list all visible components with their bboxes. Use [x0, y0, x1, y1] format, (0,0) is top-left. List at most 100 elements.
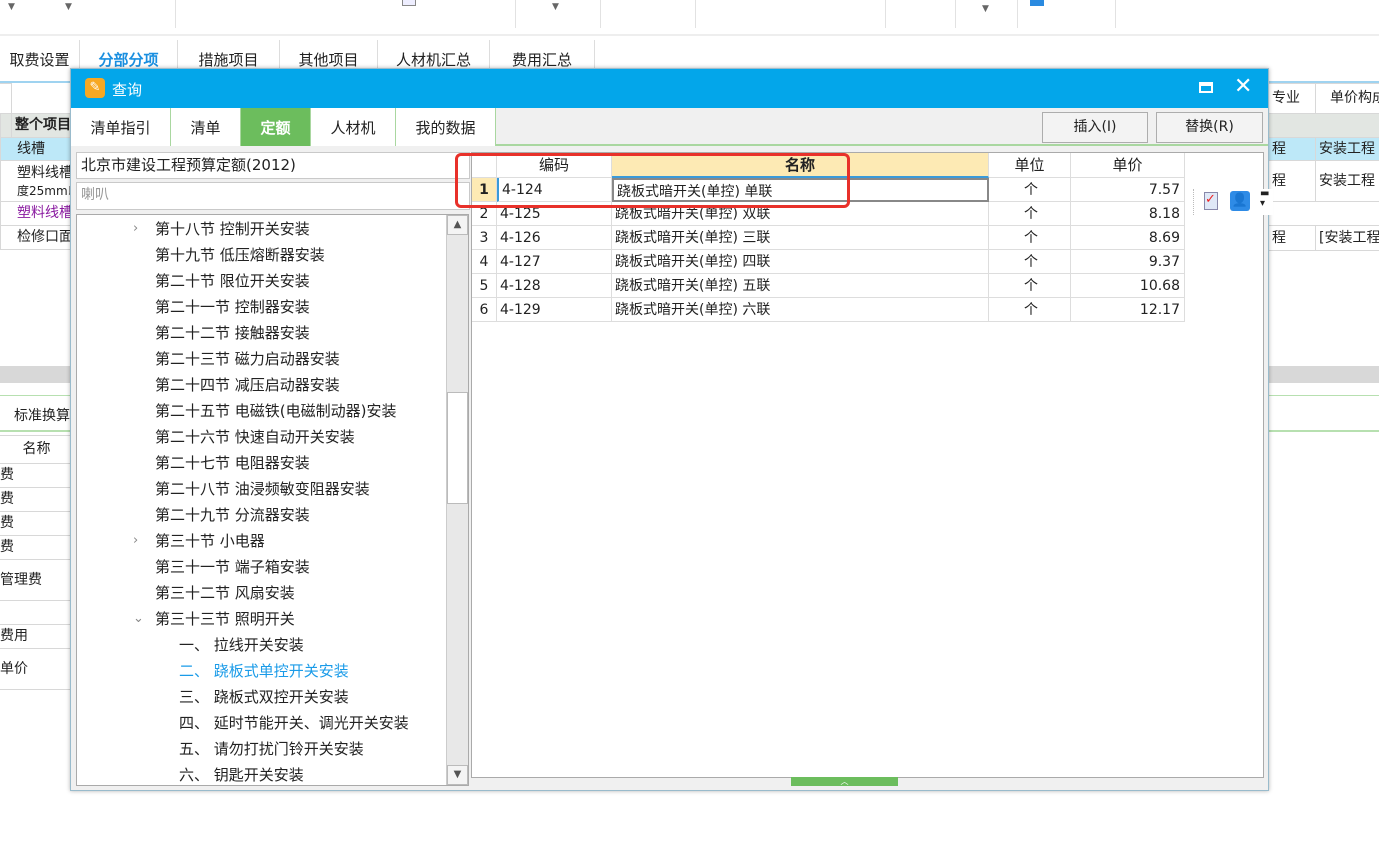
- lower-tab[interactable]: 标准换算: [14, 405, 70, 425]
- table-cell[interactable]: 检修口面: [0, 225, 81, 250]
- tree-node-label: 二、 跷板式单控开关安装: [179, 662, 349, 680]
- cell-text: 塑料线槽: [17, 165, 73, 181]
- unit-cell[interactable]: 个: [989, 226, 1071, 250]
- tree-node[interactable]: 六、 钥匙开关安装: [179, 762, 304, 785]
- tree-node[interactable]: 第三十一节 端子箱安装: [155, 554, 310, 580]
- tree-node[interactable]: 第十九节 低压熔断器安装: [155, 242, 325, 268]
- tree-node[interactable]: 第二十五节 电磁铁(电磁制动器)安装: [155, 398, 396, 424]
- code-cell[interactable]: 4-126: [497, 226, 612, 250]
- tree-node[interactable]: 第二十四节 减压启动器安装: [155, 372, 340, 398]
- lower-row[interactable]: 管理费: [0, 559, 71, 601]
- quota-library-select[interactable]: 北京市建设工程预算定额(2012): [76, 152, 470, 179]
- unit-cell[interactable]: 个: [989, 202, 1071, 226]
- lower-row[interactable]: 单价: [0, 648, 71, 690]
- chevron-right-icon[interactable]: ›: [133, 216, 138, 242]
- dropdown-arrow-icon[interactable]: ▼: [65, 2, 72, 12]
- dialog-titlebar[interactable]: ✎ 查询 ✕: [71, 69, 1268, 108]
- user-icon[interactable]: 👤: [1230, 191, 1250, 211]
- app-logo-icon: ✎: [85, 78, 105, 98]
- tab-materials[interactable]: 人材机: [311, 108, 396, 146]
- table-cell[interactable]: 程: [1268, 225, 1316, 251]
- chevron-down-icon[interactable]: ⌄: [133, 606, 144, 632]
- price-cell[interactable]: 10.68: [1071, 274, 1185, 298]
- maximize-icon[interactable]: [1199, 82, 1213, 93]
- tool-icon[interactable]: [1030, 0, 1044, 6]
- tree-node[interactable]: 五、 请勿打扰门铃开关安装: [179, 736, 364, 762]
- table-cell[interactable]: 塑料线槽: [0, 201, 81, 226]
- close-icon[interactable]: ✕: [1234, 74, 1252, 99]
- unit-cell[interactable]: 个: [989, 178, 1071, 202]
- table-cell[interactable]: 安装工程: [1315, 137, 1379, 161]
- tree-node[interactable]: 第二十节 限位开关安装: [155, 268, 310, 294]
- tree-node[interactable]: › 第十八节 控制开关安装: [133, 216, 310, 242]
- row-number[interactable]: 6: [472, 298, 497, 322]
- tree-node[interactable]: 一、 拉线开关安装: [179, 632, 304, 658]
- tree-node[interactable]: 第二十八节 油浸频敏变阻器安装: [155, 476, 370, 502]
- price-cell[interactable]: 9.37: [1071, 250, 1185, 274]
- lower-row[interactable]: 费: [0, 511, 71, 536]
- name-cell[interactable]: 跷板式暗开关(单控) 五联: [612, 274, 989, 298]
- tree-node[interactable]: › 第三十节 小电器: [133, 528, 265, 554]
- tree-node[interactable]: 三、 跷板式双控开关安装: [179, 684, 349, 710]
- document-check-icon[interactable]: ✓: [1204, 192, 1218, 210]
- scroll-thumb[interactable]: [447, 392, 468, 504]
- more-icon[interactable]: ▬ ▾: [1260, 189, 1269, 209]
- tab-bill[interactable]: 清单: [171, 108, 241, 146]
- table-cell[interactable]: 安装工程: [1315, 160, 1379, 202]
- price-cell[interactable]: 12.17: [1071, 298, 1185, 322]
- grid-header-cell[interactable]: 单位: [989, 153, 1071, 178]
- table-cell[interactable]: 线槽: [0, 137, 81, 161]
- tree-node[interactable]: 第二十九节 分流器安装: [155, 502, 310, 528]
- tree-node[interactable]: 第二十七节 电阻器安装: [155, 450, 310, 476]
- list-icon[interactable]: [402, 0, 416, 6]
- row-number[interactable]: 4: [472, 250, 497, 274]
- row-number[interactable]: 3: [472, 226, 497, 250]
- tree-scrollbar[interactable]: ▲ ▼: [446, 215, 468, 785]
- tab-bill-guide[interactable]: 清单指引: [71, 108, 171, 146]
- unit-cell[interactable]: 个: [989, 274, 1071, 298]
- tab-my-data[interactable]: 我的数据: [396, 108, 496, 146]
- lower-row[interactable]: [0, 600, 71, 625]
- main-tab[interactable]: 取费设置: [0, 40, 80, 76]
- table-cell[interactable]: [安装工程: [1315, 225, 1379, 251]
- name-cell[interactable]: 跷板式暗开关(单控) 三联: [612, 226, 989, 250]
- grid-header-cell[interactable]: 单价: [1071, 153, 1185, 178]
- lower-row[interactable]: 费: [0, 487, 71, 512]
- insert-button[interactable]: 插入(I): [1042, 112, 1148, 143]
- tree-node[interactable]: 第二十二节 接触器安装: [155, 320, 310, 346]
- unit-cell[interactable]: 个: [989, 298, 1071, 322]
- scroll-up-icon[interactable]: ▲: [447, 215, 468, 235]
- price-cell[interactable]: 8.69: [1071, 226, 1185, 250]
- dropdown-arrow-icon[interactable]: ▼: [552, 2, 559, 12]
- price-cell[interactable]: 8.18: [1071, 202, 1185, 226]
- tree-node[interactable]: 第二十六节 快速自动开关安装: [155, 424, 355, 450]
- collapse-handle[interactable]: ︿: [791, 777, 898, 786]
- tab-quota[interactable]: 定额: [241, 108, 311, 146]
- scroll-down-icon[interactable]: ▼: [447, 765, 468, 785]
- table-cell[interactable]: 程: [1268, 160, 1316, 202]
- search-input[interactable]: 喇叭: [76, 182, 470, 210]
- tree-node[interactable]: 第二十三节 磁力启动器安装: [155, 346, 340, 372]
- unit-cell[interactable]: 个: [989, 250, 1071, 274]
- code-cell[interactable]: 4-127: [497, 250, 612, 274]
- name-cell[interactable]: 跷板式暗开关(单控) 四联: [612, 250, 989, 274]
- dropdown-arrow-icon[interactable]: ▼: [8, 2, 15, 12]
- price-cell[interactable]: 7.57: [1071, 178, 1185, 202]
- name-cell[interactable]: 跷板式暗开关(单控) 六联: [612, 298, 989, 322]
- code-cell[interactable]: 4-128: [497, 274, 612, 298]
- table-cell[interactable]: 塑料线槽 度25mm以: [0, 160, 81, 202]
- row-number[interactable]: 5: [472, 274, 497, 298]
- tree-node[interactable]: 第二十一节 控制器安装: [155, 294, 310, 320]
- dropdown-arrow-icon[interactable]: ▼: [982, 4, 989, 14]
- lower-row[interactable]: 费: [0, 463, 71, 488]
- replace-button[interactable]: 替换(R): [1156, 112, 1263, 143]
- table-cell[interactable]: 程: [1268, 137, 1316, 161]
- tree-node[interactable]: 四、 延时节能开关、调光开关安装: [179, 710, 409, 736]
- chevron-right-icon[interactable]: ›: [133, 528, 138, 554]
- tree-node[interactable]: 第三十二节 风扇安装: [155, 580, 295, 606]
- tree-node[interactable]: ⌄ 第三十三节 照明开关: [133, 606, 295, 632]
- lower-row[interactable]: 费: [0, 535, 71, 560]
- code-cell[interactable]: 4-129: [497, 298, 612, 322]
- tree-node[interactable]: 二、 跷板式单控开关安装: [179, 658, 349, 684]
- lower-row[interactable]: 费用: [0, 624, 71, 649]
